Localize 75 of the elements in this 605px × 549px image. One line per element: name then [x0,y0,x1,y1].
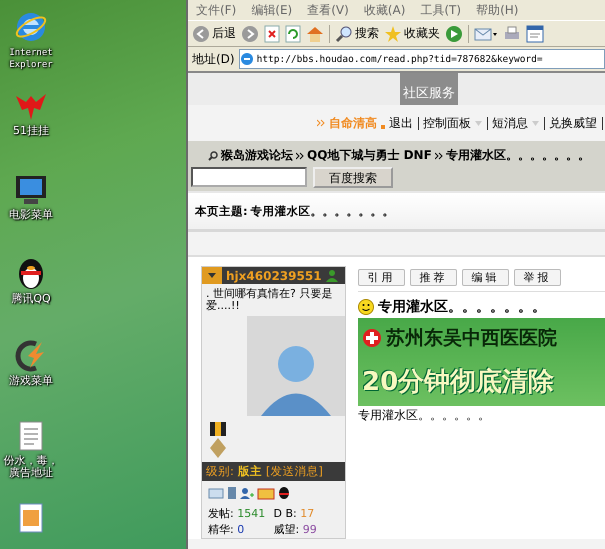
stat-item: 精华: 0 [208,522,246,538]
post-action-button[interactable]: 举报 [514,269,561,286]
medal-icon [208,422,228,458]
document-icon [18,420,44,452]
address-field[interactable]: http://bbs.houdao.com/read.php?tid=787682&keyword= [238,49,605,69]
user-menu-link[interactable]: 兑换威望 [549,114,597,132]
user-menu-link[interactable]: 退出 [389,114,413,132]
forward-button[interactable] [241,24,259,42]
chevron-icon [434,152,443,160]
post-action-button[interactable]: 编辑 [462,269,509,286]
collapse-tab[interactable] [202,267,222,284]
service-tab[interactable]: 社区服务 [400,73,458,105]
stop-button[interactable] [264,24,280,42]
chevron-icon [296,152,304,160]
post-action-button[interactable]: 推荐 [410,269,457,286]
mailbox-icon[interactable] [257,487,275,500]
desktop-icon-label[interactable]: 电影菜单 [1,209,61,221]
post-title: 专用灌水区。。。。。。。 [378,298,546,316]
user-menu-link[interactable]: 短消息 [492,114,528,132]
edit-button[interactable] [526,24,544,42]
page-e-icon [240,52,254,66]
phone-icon[interactable] [227,487,237,499]
desktop-icon-label[interactable]: Internet Explorer [1,47,61,71]
post-body: 专用灌水区。。。。。。 [358,407,491,424]
back-button[interactable]: 后退 [192,24,236,42]
penguin-icon [16,256,46,290]
topic-label: 本页主题: [195,204,248,218]
topic-title: 专用灌水区。。。。。。。 [250,204,395,218]
signature-text: . 世间哪有真情在? 只要是爱....!! [205,286,334,314]
search-icon[interactable] [335,24,353,42]
profile-card-icon[interactable] [208,487,224,499]
favorites-button[interactable]: 收藏夹 [384,24,440,42]
chevron-icon [317,119,325,127]
bat-icon [14,92,48,122]
desktop-icon-label[interactable]: 游戏菜单 [1,375,61,387]
medical-cross-icon [362,328,382,348]
stat-item: D B: 17 [274,506,316,522]
search-icon [208,150,218,160]
image-file-icon [18,502,44,534]
desktop-icon-label[interactable]: 份水，毒，廣告地址 [1,455,61,479]
smiley-icon [358,299,374,315]
ad-banner[interactable]: 苏州东吴中西医医院 20分钟彻底清除 [358,318,605,406]
search-button[interactable]: 百度搜索 [313,167,393,188]
level-value: 版主 [238,464,262,479]
refresh-button[interactable] [285,24,301,42]
ad-slogan: 20分钟彻底清除 [362,366,556,400]
stat-item: 发帖: 1541 [208,506,266,522]
person-icon [326,269,338,282]
menu-item[interactable]: 工具(T) [420,2,462,18]
breadcrumb-link[interactable]: 专用灌水区。。。。。。。 [446,147,590,164]
penguin-icon[interactable] [278,487,290,499]
address-label: 地址(D) [192,50,235,68]
browser-e-icon [14,10,48,44]
star-icon[interactable] [384,24,402,42]
menu-item[interactable]: 查看(V) [307,2,349,18]
add-friend-icon[interactable] [240,487,254,499]
desktop-icon-label[interactable]: 51挂挂 [1,125,61,137]
caret-icon [208,273,216,278]
search-button[interactable]: 搜索 [335,24,379,42]
menu-item[interactable]: 收藏(A) [364,2,406,18]
ad-headline: 苏州东吴中西医医院 [386,326,557,351]
menu-item[interactable]: 编辑(E) [251,2,292,18]
level-label: 级别: [206,464,234,479]
send-message-link[interactable]: [发送消息] [266,464,323,479]
stat-item: 威望: 99 [274,522,318,538]
home-button[interactable] [306,24,324,42]
breadcrumb-link[interactable]: QQ地下城与勇士 DNF [307,147,432,164]
monitor-icon [14,174,48,206]
media-button[interactable] [445,24,463,42]
menu-item[interactable]: 文件(F) [196,2,236,18]
user-menu-link[interactable]: 控制面板 [423,114,471,132]
breadcrumb-link[interactable]: 猴岛游戏论坛 [221,147,293,164]
menu-item[interactable]: 帮助(H) [476,2,518,18]
post-action-button[interactable]: 引用 [358,269,405,286]
search-field[interactable] [191,167,307,187]
